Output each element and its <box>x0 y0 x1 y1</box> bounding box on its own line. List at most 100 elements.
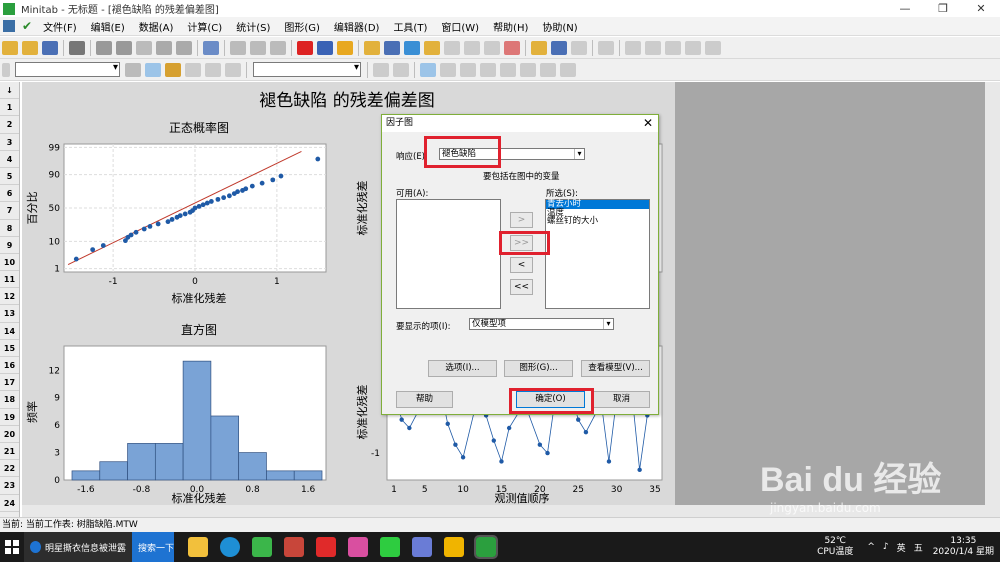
row-number[interactable]: 3 <box>0 134 19 151</box>
selected-list[interactable]: 青去小时 温度 螺丝钉的大小 <box>545 199 650 309</box>
row-number[interactable]: 13 <box>0 305 19 323</box>
text-tool-icon[interactable] <box>440 62 456 77</box>
print-icon[interactable] <box>69 40 85 55</box>
ellipse-tool-icon[interactable] <box>480 62 496 77</box>
app-icon-7[interactable] <box>380 537 400 557</box>
search-button[interactable]: 搜索一下 <box>132 532 174 562</box>
row-number[interactable]: 17 <box>0 374 19 392</box>
undo-icon[interactable] <box>156 40 172 55</box>
ie-browser-icon[interactable] <box>220 537 240 557</box>
slope-icon[interactable] <box>685 40 701 55</box>
row-number[interactable]: 12 <box>0 288 19 306</box>
app-icon-9[interactable] <box>444 537 464 557</box>
minitab-taskbar-icon[interactable] <box>474 535 498 559</box>
vertical-scrollbar[interactable] <box>985 82 1000 517</box>
brush-tool-icon[interactable] <box>165 62 181 77</box>
manage-graphs-icon[interactable] <box>504 40 520 55</box>
minimize-button[interactable]: — <box>886 0 924 17</box>
windows-start-icon[interactable] <box>0 532 24 562</box>
display-terms-select[interactable]: 仅模型项 ▾ <box>469 318 614 330</box>
checkmark-icon[interactable]: ✔ <box>22 19 32 33</box>
lang-indicator[interactable]: 英 <box>897 541 906 554</box>
restore-button[interactable]: ❐ <box>924 0 962 17</box>
line-draw-tool-icon[interactable] <box>500 62 516 77</box>
close-window-button[interactable]: ✕ <box>962 0 1000 17</box>
delete-icon[interactable] <box>373 62 389 77</box>
line-tool-icon[interactable] <box>665 40 681 55</box>
cut-icon[interactable] <box>96 40 112 55</box>
open-folder-icon[interactable] <box>22 40 38 55</box>
wechat-icon[interactable] <box>252 537 272 557</box>
menu-data[interactable]: 数据(A) <box>132 19 181 34</box>
annotation-select[interactable] <box>253 62 361 77</box>
crosshair-icon[interactable] <box>185 62 201 77</box>
row-number[interactable]: 23 <box>0 477 19 495</box>
paint-icon[interactable] <box>412 537 432 557</box>
select-tool-icon[interactable] <box>145 62 161 77</box>
menu-stat[interactable]: 统计(S) <box>229 19 277 34</box>
menu-help[interactable]: 帮助(H) <box>486 19 535 34</box>
menu-tools[interactable]: 工具(T) <box>386 19 434 34</box>
row-number[interactable]: 16 <box>0 357 19 375</box>
zoom-icon[interactable] <box>393 62 409 77</box>
tile-icon[interactable] <box>571 40 587 55</box>
pointer-tool-icon[interactable] <box>420 62 436 77</box>
insert-row-icon[interactable] <box>230 40 246 55</box>
angle-icon[interactable] <box>705 40 721 55</box>
row-number[interactable]: 9 <box>0 237 19 254</box>
graphs-button[interactable]: 图形(G)... <box>504 360 573 377</box>
options-button[interactable]: 选项(I)... <box>428 360 497 377</box>
project-icon[interactable] <box>444 40 460 55</box>
app-icon-5[interactable] <box>316 537 336 557</box>
row-number[interactable]: 19 <box>0 409 19 426</box>
row-number[interactable]: 14 <box>0 323 19 340</box>
row-number[interactable]: 15 <box>0 340 19 357</box>
help-icon[interactable] <box>317 40 333 55</box>
graph-folder-icon[interactable] <box>531 40 547 55</box>
history-icon[interactable] <box>424 40 440 55</box>
ime-indicator[interactable]: 五 <box>914 541 923 554</box>
save-icon[interactable] <box>42 40 58 55</box>
layout-icon[interactable] <box>551 40 567 55</box>
help-button[interactable]: 帮助 <box>396 391 453 408</box>
menu-graph[interactable]: 图形(G) <box>277 19 327 34</box>
row-number[interactable]: 8 <box>0 220 19 237</box>
menu-editor[interactable]: 编辑器(D) <box>327 19 387 34</box>
edit-last-dialog-icon[interactable] <box>203 40 219 55</box>
edit-item-icon[interactable] <box>125 62 141 77</box>
view-model-button[interactable]: 查看模型(V)... <box>581 360 650 377</box>
row-number[interactable]: 22 <box>0 460 19 478</box>
row-number[interactable]: 6 <box>0 185 19 203</box>
app-icon-6[interactable] <box>348 537 368 557</box>
chevron-up-icon[interactable]: ^ <box>867 542 875 552</box>
polygon-tool-icon[interactable] <box>560 62 576 77</box>
row-number[interactable]: 11 <box>0 271 19 289</box>
find-icon[interactable] <box>270 40 286 55</box>
info-icon[interactable] <box>404 40 420 55</box>
row-number[interactable]: 10 <box>0 254 19 272</box>
row-number[interactable]: 5 <box>0 168 19 186</box>
file-explorer-icon[interactable] <box>188 537 208 557</box>
row-number[interactable]: 7 <box>0 202 19 220</box>
move-left-button[interactable]: < <box>510 257 533 273</box>
new-sheet-icon[interactable] <box>464 40 480 55</box>
row-number[interactable]: 1 <box>0 99 19 117</box>
menu-window[interactable]: 窗口(W) <box>434 19 486 34</box>
available-list[interactable] <box>396 199 501 309</box>
move-right-button[interactable]: > <box>510 212 533 228</box>
dropdown-arrow-icon[interactable] <box>205 62 221 77</box>
menu-file[interactable]: 文件(F) <box>36 19 84 34</box>
worksheet-icon[interactable] <box>384 40 400 55</box>
row-number[interactable]: 4 <box>0 151 19 168</box>
redo-icon[interactable] <box>176 40 192 55</box>
report-pad-icon[interactable] <box>484 40 500 55</box>
volume-icon[interactable]: ♪ <box>883 542 889 552</box>
row-number[interactable]: 24 <box>0 495 19 512</box>
menu-calc[interactable]: 计算(C) <box>180 19 229 34</box>
brush-icon[interactable] <box>645 40 661 55</box>
menu-assist[interactable]: 协助(N) <box>535 19 584 34</box>
list-item[interactable]: 螺丝钉的大小 <box>546 217 649 226</box>
dialog-close-button[interactable]: ✕ <box>643 115 653 132</box>
row-number[interactable]: 2 <box>0 116 19 134</box>
polyline-tool-icon[interactable] <box>540 62 556 77</box>
